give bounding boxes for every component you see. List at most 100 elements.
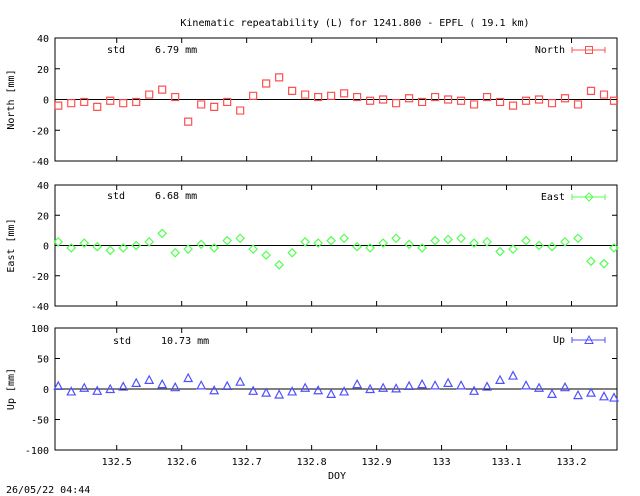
- up-y-tick-label: 0: [43, 385, 49, 396]
- east-data-point: [508, 244, 518, 254]
- north-data-point: [327, 91, 336, 100]
- up-data-point: [378, 382, 389, 392]
- x-tick-label: 132.5: [102, 457, 132, 468]
- north-y-tick-label: 20: [37, 65, 49, 76]
- up-data-point: [443, 377, 454, 387]
- north-data-point: [301, 90, 310, 99]
- east-data-point: [248, 244, 259, 254]
- north-data-point: [366, 96, 375, 105]
- north-data-point: [275, 73, 284, 82]
- east-data-point: [430, 235, 440, 246]
- east-y-tick-label: 40: [37, 181, 49, 192]
- east-data-point: [326, 235, 336, 246]
- east-data-point: [495, 246, 505, 257]
- north-legend-label: North: [535, 45, 565, 56]
- north-data-point: [158, 85, 167, 94]
- north-data-point: [93, 102, 102, 111]
- up-data-point: [144, 374, 155, 384]
- panel-north: 40 20 0 -20 -40 North [mm] std 6.79 mm North: [6, 34, 619, 168]
- north-data-point: [391, 99, 401, 108]
- east-data-point: [183, 244, 194, 254]
- up-data-point: [573, 389, 584, 400]
- east-data-point: [261, 250, 272, 261]
- up-data-point: [157, 378, 168, 389]
- up-data-point: [274, 389, 285, 399]
- north-data-point: [521, 96, 531, 105]
- north-std-label: std: [107, 45, 125, 56]
- east-data-point: [157, 228, 168, 239]
- up-data-point: [131, 377, 142, 387]
- north-y-tick-label: -20: [31, 126, 49, 137]
- north-data-point: [184, 117, 193, 126]
- north-data-point: [404, 94, 414, 103]
- north-data-point: [262, 79, 271, 88]
- up-legend-label: Up: [553, 335, 565, 346]
- north-data-point: [54, 101, 63, 110]
- north-y-tick-label: 40: [37, 34, 49, 45]
- up-y-tick-label: 50: [37, 355, 49, 366]
- north-data-point: [67, 99, 76, 108]
- east-data-point: [573, 233, 583, 244]
- up-data-point: [508, 370, 519, 380]
- east-data-point: [547, 241, 557, 252]
- north-y-tick-label: 0: [43, 96, 49, 107]
- east-data-point: [404, 239, 414, 250]
- north-data-point: [236, 106, 245, 115]
- east-series: [53, 228, 619, 270]
- up-data-point: [586, 387, 597, 397]
- up-y-tick-label: -100: [25, 446, 49, 457]
- east-y-tick-label: 20: [37, 211, 49, 222]
- up-data-point: [79, 382, 90, 392]
- east-data-point: [235, 233, 246, 244]
- up-data-point: [495, 374, 506, 384]
- east-data-point: [144, 237, 155, 247]
- chart-title: Kinematic repeatability (L) for 1241.800…: [180, 18, 529, 29]
- north-std-value: 6.79 mm: [155, 45, 197, 56]
- panel-up: 100 50 0 -50 -100 Up [mm] std 10.73 mm Up: [6, 324, 619, 457]
- up-std-value: 10.73 mm: [161, 336, 209, 347]
- east-data-point: [170, 247, 181, 258]
- x-tick-label: 133.1: [491, 457, 521, 468]
- x-tick-label: 133.2: [556, 457, 586, 468]
- up-data-point: [534, 382, 545, 392]
- up-data-point: [248, 385, 259, 395]
- east-data-point: [92, 241, 103, 252]
- up-data-point: [183, 372, 194, 383]
- north-data-point: [586, 86, 596, 95]
- x-tick-label: 132.7: [232, 457, 262, 468]
- east-data-point: [287, 247, 297, 258]
- east-data-point: [339, 233, 349, 244]
- up-data-point: [391, 383, 402, 393]
- up-std-label: std: [113, 336, 131, 347]
- up-data-point: [170, 381, 181, 392]
- up-data-point: [469, 385, 480, 395]
- up-data-point: [261, 387, 272, 397]
- east-data-point: [391, 233, 401, 244]
- x-tick-label: 133: [433, 457, 451, 468]
- east-data-point: [300, 237, 310, 247]
- east-data-point: [222, 235, 233, 246]
- north-data-point: [599, 90, 609, 99]
- up-data-point: [300, 382, 311, 392]
- up-y-axis-label: Up [mm]: [6, 368, 17, 410]
- up-data-point: [196, 380, 207, 390]
- up-data-point: [352, 378, 363, 389]
- north-data-point: [508, 101, 518, 110]
- east-data-point: [521, 235, 531, 246]
- east-data-point: [456, 233, 466, 244]
- up-data-point: [209, 384, 220, 395]
- east-data-point: [196, 239, 207, 250]
- east-data-point: [599, 258, 609, 269]
- east-std-value: 6.68 mm: [155, 191, 197, 202]
- up-data-point: [326, 388, 337, 398]
- x-axis-label: DOY: [328, 471, 346, 482]
- up-data-point: [560, 381, 571, 392]
- north-data-point: [456, 96, 466, 105]
- north-y-tick-label: -40: [31, 157, 49, 168]
- north-data-point: [145, 90, 154, 99]
- up-data-point: [456, 380, 467, 390]
- up-data-point: [599, 391, 610, 401]
- east-y-tick-label: -20: [31, 272, 49, 283]
- up-data-point: [404, 380, 415, 391]
- timestamp: 26/05/22 04:44: [6, 485, 90, 496]
